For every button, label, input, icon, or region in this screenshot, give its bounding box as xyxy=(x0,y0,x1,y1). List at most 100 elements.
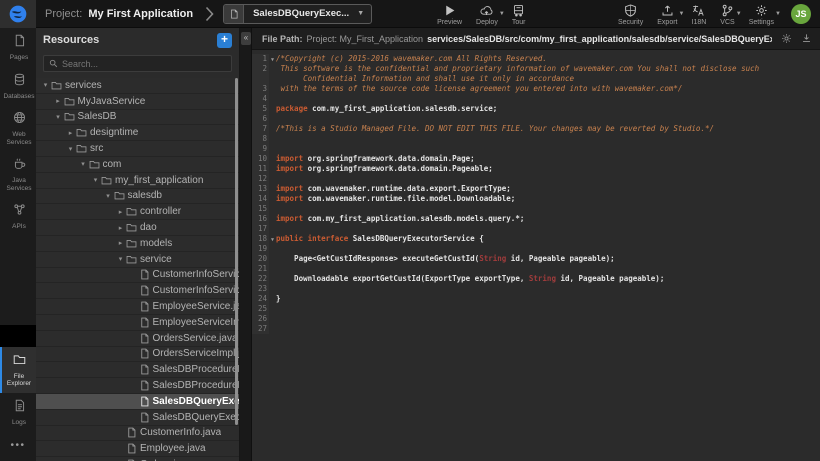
code-line[interactable]: 7/*This is a Studio Managed File. DO NOT… xyxy=(252,124,820,134)
tree-item[interactable]: ▸models xyxy=(36,236,239,252)
code-line[interactable]: 6 xyxy=(252,114,820,124)
code-line[interactable]: 5package com.my_first_application.salesd… xyxy=(252,104,820,114)
chevron-right-icon xyxy=(205,6,214,22)
vcs-button[interactable]: ▼VCS xyxy=(720,4,734,26)
tree-expanded-arrow-icon[interactable]: ▾ xyxy=(115,255,126,263)
sidebar-item-pages[interactable]: Pages xyxy=(0,28,36,67)
i18n-button[interactable]: I18N xyxy=(692,4,707,26)
code-line[interactable]: 4 xyxy=(252,94,820,104)
code-line[interactable]: 22 Downloadable exportGetCustId(ExportTy… xyxy=(252,274,820,284)
user-avatar[interactable]: JS xyxy=(791,4,811,24)
code-text xyxy=(269,284,276,294)
globe-icon xyxy=(13,111,26,129)
tree-item[interactable]: SalesDBQueryExecutorService.java xyxy=(36,394,239,410)
tree-collapsed-arrow-icon[interactable]: ▸ xyxy=(115,224,126,232)
code-line[interactable]: Confidential Information and shall use i… xyxy=(252,74,820,84)
code-line[interactable]: 13import com.wavemaker.runtime.data.expo… xyxy=(252,184,820,194)
sidebar-item-web-services[interactable]: WebServices xyxy=(0,105,36,151)
collapse-panel-button[interactable]: « xyxy=(241,32,251,45)
tree-item[interactable]: ▸MyJavaService xyxy=(36,94,239,110)
fold-caret-icon[interactable]: ▼ xyxy=(271,235,274,245)
tree-expanded-arrow-icon[interactable]: ▾ xyxy=(103,192,114,200)
sidebar-item-databases[interactable]: Databases xyxy=(0,67,36,106)
tree-item-label: salesdb xyxy=(128,190,162,201)
tree-item[interactable]: ▸designtime xyxy=(36,125,239,141)
tree-item[interactable]: SalesDBProcedureExecutorServiceImpl.java xyxy=(36,378,239,394)
code-area[interactable]: 1▼/*Copyright (c) 2015-2016 wavemaker.co… xyxy=(252,50,820,461)
code-line[interactable]: 11import org.springframework.data.domain… xyxy=(252,164,820,174)
tree-item[interactable]: SalesDBQueryExecutorServiceImpl.java xyxy=(36,410,239,426)
tree-collapsed-arrow-icon[interactable]: ▸ xyxy=(115,208,126,216)
sidebar-item-java-services[interactable]: JavaServices xyxy=(0,151,36,197)
tree-item[interactable]: EmployeeService.java xyxy=(36,299,239,315)
sidebar-item-logs[interactable]: Logs xyxy=(0,393,36,432)
tree-expanded-arrow-icon[interactable]: ▾ xyxy=(65,145,76,153)
open-file-dropdown[interactable]: SalesDBQueryExec... ▼ xyxy=(223,4,372,24)
code-line[interactable]: 26 xyxy=(252,314,820,324)
tree-item[interactable]: ▾service xyxy=(36,252,239,268)
code-line[interactable]: 9 xyxy=(252,144,820,154)
tree-expanded-arrow-icon[interactable]: ▾ xyxy=(53,113,64,121)
tree-item[interactable]: ▾SalesDB xyxy=(36,110,239,126)
code-line[interactable]: 18▼public interface SalesDBQueryExecutor… xyxy=(252,234,820,244)
gear-icon[interactable] xyxy=(781,33,792,44)
code-line[interactable]: 16import com.my_first_application.salesd… xyxy=(252,214,820,224)
security-button[interactable]: Security xyxy=(618,4,643,26)
deploy-button[interactable]: ▼Deploy xyxy=(476,4,498,26)
code-line[interactable]: 23 xyxy=(252,284,820,294)
tree-collapsed-arrow-icon[interactable]: ▸ xyxy=(65,129,76,137)
sidebar-item-apis[interactable]: APIs xyxy=(0,197,36,236)
tree-item[interactable]: ▸controller xyxy=(36,204,239,220)
export-button[interactable]: ▼Export xyxy=(657,4,677,26)
add-resource-button[interactable]: + xyxy=(217,33,232,48)
settings-button[interactable]: ▼Settings xyxy=(749,4,774,26)
code-line[interactable]: 25 xyxy=(252,304,820,314)
tree-scrollbar-thumb[interactable] xyxy=(235,78,238,425)
tree-collapsed-arrow-icon[interactable]: ▸ xyxy=(115,239,126,247)
code-line[interactable]: 12 xyxy=(252,174,820,184)
more-options-button[interactable]: ••• xyxy=(0,431,36,461)
download-icon[interactable] xyxy=(801,33,812,44)
tree-item[interactable]: Orders.java xyxy=(36,457,239,461)
sidebar-item-label: WebServices xyxy=(7,131,32,146)
preview-button[interactable]: Preview xyxy=(437,4,462,26)
tree-item[interactable]: OrdersService.java xyxy=(36,331,239,347)
tree-item[interactable]: ▾ salesdb xyxy=(36,189,239,205)
tree-item[interactable]: OrdersServiceImpl.java xyxy=(36,347,239,363)
path-bar-actions xyxy=(772,33,812,44)
wavemaker-logo[interactable] xyxy=(0,0,36,28)
code-line[interactable]: 14import com.wavemaker.runtime.file.mode… xyxy=(252,194,820,204)
code-line[interactable]: 19 xyxy=(252,244,820,254)
tree-item[interactable]: SalesDBProcedureExecutorService.java xyxy=(36,362,239,378)
fold-caret-icon[interactable]: ▼ xyxy=(271,55,274,65)
tree-item[interactable]: ▾com xyxy=(36,157,239,173)
tree-item[interactable]: CustomerInfoServiceImpl.java xyxy=(36,283,239,299)
code-line[interactable]: 17 xyxy=(252,224,820,234)
tree-item[interactable]: EmployeeServiceImpl.java xyxy=(36,315,239,331)
tree-item[interactable]: CustomerInfoService.java xyxy=(36,268,239,284)
code-line[interactable]: 24} xyxy=(252,294,820,304)
tree-item[interactable]: ▾my_first_application xyxy=(36,173,239,189)
tour-button[interactable]: Tour xyxy=(512,4,526,26)
tree-item[interactable]: ▸dao xyxy=(36,220,239,236)
tree-item[interactable]: ▾services xyxy=(36,78,239,94)
line-number: 4 xyxy=(252,94,269,104)
code-line[interactable]: 20 Page<GetCustIdResponse> executeGetCus… xyxy=(252,254,820,264)
tree-expanded-arrow-icon[interactable]: ▾ xyxy=(90,176,101,184)
tree-expanded-arrow-icon[interactable]: ▾ xyxy=(40,81,51,89)
tree-item[interactable]: Employee.java xyxy=(36,441,239,457)
code-line[interactable]: 2 This software is the confidential and … xyxy=(252,64,820,74)
sidebar-item-file-explorer[interactable]: FileExplorer xyxy=(0,347,36,393)
tree-item[interactable]: ▾src xyxy=(36,141,239,157)
code-line[interactable]: 10import org.springframework.data.domain… xyxy=(252,154,820,164)
code-line[interactable]: 1▼/*Copyright (c) 2015-2016 wavemaker.co… xyxy=(252,54,820,64)
code-line[interactable]: 15 xyxy=(252,204,820,214)
search-input[interactable] xyxy=(62,59,226,69)
tree-expanded-arrow-icon[interactable]: ▾ xyxy=(78,160,89,168)
code-line[interactable]: 3 with the terms of the source code lice… xyxy=(252,84,820,94)
code-line[interactable]: 21 xyxy=(252,264,820,274)
code-line[interactable]: 8 xyxy=(252,134,820,144)
code-line[interactable]: 27 xyxy=(252,324,820,334)
tree-collapsed-arrow-icon[interactable]: ▸ xyxy=(53,97,64,105)
tree-item[interactable]: CustomerInfo.java xyxy=(36,426,239,442)
